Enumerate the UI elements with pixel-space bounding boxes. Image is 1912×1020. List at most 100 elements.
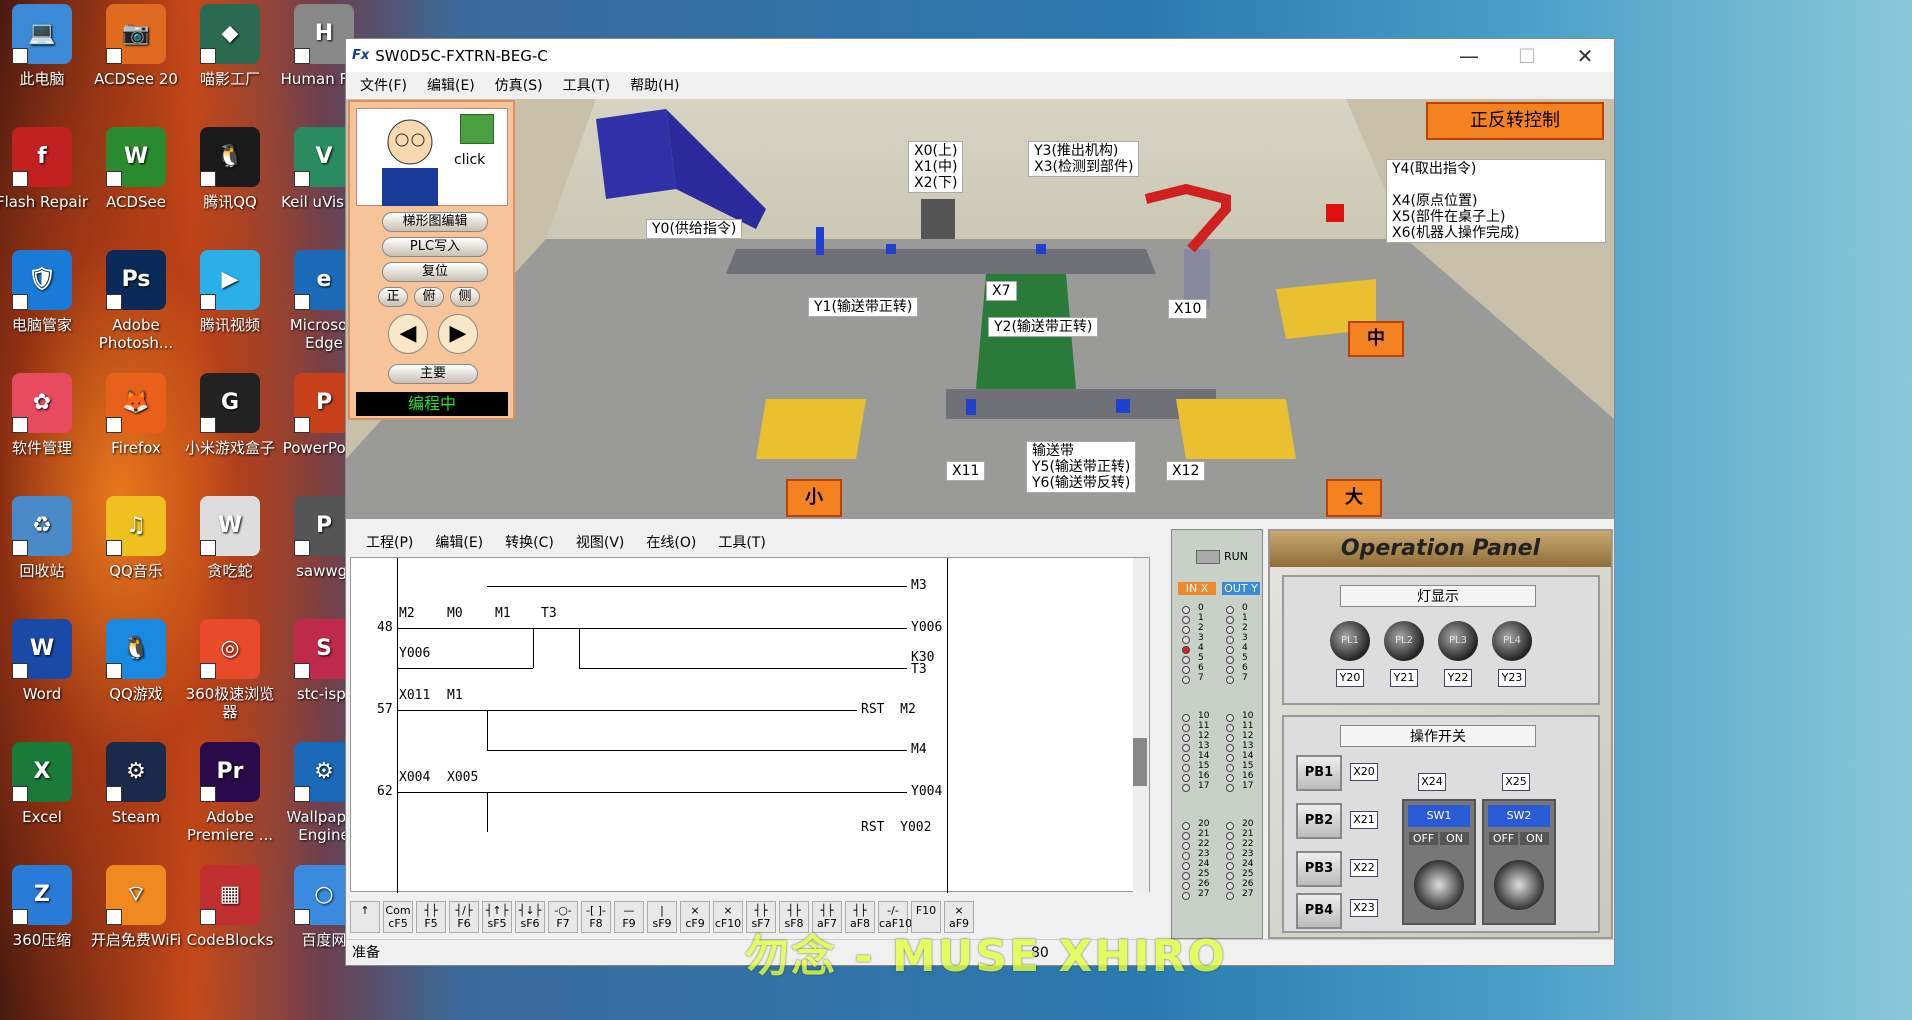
desktop-icon[interactable]: X Excel bbox=[0, 742, 90, 826]
menu-view[interactable]: 视图(V) bbox=[576, 532, 625, 552]
toolbar-button[interactable]: ┤↓├ sF6 bbox=[515, 901, 545, 933]
sw1-switch[interactable]: SW1 OFF ON bbox=[1402, 799, 1476, 925]
desktop-icon-label: ACDSee bbox=[106, 193, 166, 211]
desktop-icon[interactable]: Ps Adobe Photosh... bbox=[88, 250, 184, 352]
in-led bbox=[1182, 774, 1190, 782]
desktop-icon[interactable]: ⚙ Steam bbox=[88, 742, 184, 826]
menu-file[interactable]: 文件(F) bbox=[360, 75, 407, 95]
pb3-button[interactable]: PB3 bbox=[1296, 851, 1342, 887]
menu-sim[interactable]: 仿真(S) bbox=[495, 75, 543, 95]
menu-project[interactable]: 工程(P) bbox=[366, 532, 413, 552]
desktop-icon[interactable]: Pr Adobe Premiere ... bbox=[182, 742, 278, 844]
menu-online[interactable]: 在线(O) bbox=[646, 532, 696, 552]
desktop-icon[interactable]: f Flash Repair bbox=[0, 127, 90, 211]
lamp-y22: Y22 bbox=[1444, 669, 1472, 687]
pb4-x23: X23 bbox=[1350, 899, 1378, 917]
desktop-icon[interactable]: W ACDSee bbox=[88, 127, 184, 211]
vertical-scrollbar[interactable] bbox=[1133, 558, 1149, 893]
desktop-icon[interactable]: G 小米游戏盒子 bbox=[182, 373, 278, 457]
toolbar-button[interactable]: ┤↑├ sF5 bbox=[482, 901, 512, 933]
sw1-off[interactable]: OFF bbox=[1409, 832, 1438, 845]
sw2-on[interactable]: ON bbox=[1520, 832, 1549, 845]
maximize-button[interactable]: ☐ bbox=[1498, 44, 1556, 68]
label-y1: Y1(输送带正转) bbox=[808, 297, 919, 317]
menu-tools[interactable]: 工具(T) bbox=[563, 75, 610, 95]
toolbar-button[interactable]: ⨯ cF9 bbox=[680, 901, 710, 933]
toolbar-button[interactable]: — F9 bbox=[614, 901, 644, 933]
in-led-label: 14 bbox=[1198, 751, 1210, 761]
toolbar-button[interactable]: Com cF5 bbox=[383, 901, 413, 933]
desktop-icon[interactable]: 🦊 Firefox bbox=[88, 373, 184, 457]
out-led-label: 3 bbox=[1242, 633, 1248, 643]
menu-edit[interactable]: 编辑(E) bbox=[427, 75, 475, 95]
desktop-icon[interactable]: ◎ 360极速浏览器 bbox=[182, 619, 278, 721]
out-led-label: 27 bbox=[1242, 889, 1254, 899]
desktop-icon-label: 小米游戏盒子 bbox=[184, 439, 275, 457]
toolbar-button[interactable]: | sF9 bbox=[647, 901, 677, 933]
plc-write-button[interactable]: PLC写入 bbox=[382, 237, 488, 257]
in-led-label: 13 bbox=[1198, 741, 1210, 751]
menu-help[interactable]: 帮助(H) bbox=[630, 75, 679, 95]
toolbar-button[interactable]: ┤├ F5 bbox=[416, 901, 446, 933]
ladder-diagram[interactable]: M3 48 M2 M0 M1 T3 Y006 Y006 K30 T3 57 X0… bbox=[350, 557, 1150, 893]
out-led-label: 5 bbox=[1242, 653, 1248, 663]
out-led bbox=[1226, 852, 1234, 860]
out-led-label: 11 bbox=[1242, 721, 1254, 731]
desktop-icon[interactable]: 🐧 腾讯QQ bbox=[182, 127, 278, 211]
desktop-icon[interactable]: ⌔ 开启免费WiFi bbox=[88, 865, 184, 949]
pb4-button[interactable]: PB4 bbox=[1296, 893, 1342, 929]
desktop-icon[interactable]: 💻 此电脑 bbox=[0, 4, 90, 88]
out-led-label: 13 bbox=[1242, 741, 1254, 751]
lamp-pl4: PL4 bbox=[1492, 621, 1532, 661]
toolbar-button[interactable]: ⨯ cF10 bbox=[713, 901, 743, 933]
title-bar: Fx SW0D5C-FXTRN-BEG-C — ☐ ✕ bbox=[346, 39, 1614, 72]
sw2-off[interactable]: OFF bbox=[1489, 832, 1518, 845]
pb1-button[interactable]: PB1 bbox=[1296, 755, 1342, 791]
sw1-knob-icon[interactable] bbox=[1414, 860, 1464, 910]
next-arrow-button[interactable]: ▶ bbox=[438, 314, 478, 354]
close-button[interactable]: ✕ bbox=[1556, 44, 1614, 68]
desktop-icon[interactable]: Z 360压缩 bbox=[0, 865, 90, 949]
reset-button[interactable]: 复位 bbox=[382, 262, 488, 282]
pb2-button[interactable]: PB2 bbox=[1296, 803, 1342, 839]
desktop-icon[interactable]: ♻ 回收站 bbox=[0, 496, 90, 580]
view-top-button[interactable]: 俯 bbox=[414, 287, 444, 307]
desktop-icon[interactable]: ▶ 腾讯视频 bbox=[182, 250, 278, 334]
menu-convert[interactable]: 转换(C) bbox=[505, 532, 554, 552]
sw2-switch[interactable]: SW2 OFF ON bbox=[1482, 799, 1556, 925]
toolbar-button[interactable]: ↑ bbox=[350, 901, 380, 933]
menu-tools2[interactable]: 工具(T) bbox=[718, 532, 765, 552]
desktop-icon[interactable]: W Word bbox=[0, 619, 90, 703]
in-led bbox=[1182, 882, 1190, 890]
click-label[interactable]: click bbox=[454, 152, 485, 168]
sw1-on[interactable]: ON bbox=[1440, 832, 1469, 845]
main-button[interactable]: 主要 bbox=[388, 364, 478, 384]
in-led-label: 10 bbox=[1198, 711, 1210, 721]
toolbar-button[interactable]: -○- F7 bbox=[548, 901, 578, 933]
desktop-icon[interactable]: ◆ 喵影工厂 bbox=[182, 4, 278, 88]
desktop-icon[interactable]: 📷 ACDSee 20 bbox=[88, 4, 184, 88]
desktop-icon[interactable]: W 贪吃蛇 bbox=[182, 496, 278, 580]
coil-m3: M3 bbox=[911, 578, 927, 593]
coil-m4: M4 bbox=[911, 742, 927, 757]
desktop-icon[interactable]: ✿ 软件管理 bbox=[0, 373, 90, 457]
sw2-knob-icon[interactable] bbox=[1494, 860, 1544, 910]
desktop-icon[interactable]: 🐧 QQ游戏 bbox=[88, 619, 184, 703]
minimize-button[interactable]: — bbox=[1440, 44, 1498, 68]
toolbar-button[interactable]: ┤/├ F6 bbox=[449, 901, 479, 933]
desktop-icon[interactable]: ▦ CodeBlocks bbox=[182, 865, 278, 949]
in-led bbox=[1182, 852, 1190, 860]
menu-edit2[interactable]: 编辑(E) bbox=[435, 532, 483, 552]
prev-arrow-button[interactable]: ◀ bbox=[388, 314, 428, 354]
out-led bbox=[1226, 774, 1234, 782]
in-led-label: 12 bbox=[1198, 731, 1210, 741]
desktop-icon[interactable]: ♫ QQ音乐 bbox=[88, 496, 184, 580]
desktop-icon[interactable]: 🛡 电脑管家 bbox=[0, 250, 90, 334]
ladder-edit-button[interactable]: 梯形图编辑 bbox=[382, 212, 488, 232]
view-front-button[interactable]: 正 bbox=[378, 287, 408, 307]
pb3-x22: X22 bbox=[1350, 859, 1378, 877]
view-side-button[interactable]: 侧 bbox=[450, 287, 480, 307]
toolbar-button[interactable]: -[ ]- F8 bbox=[581, 901, 611, 933]
app-icon: 💻 bbox=[12, 4, 72, 64]
out-y-header: OUT Y bbox=[1222, 582, 1260, 595]
